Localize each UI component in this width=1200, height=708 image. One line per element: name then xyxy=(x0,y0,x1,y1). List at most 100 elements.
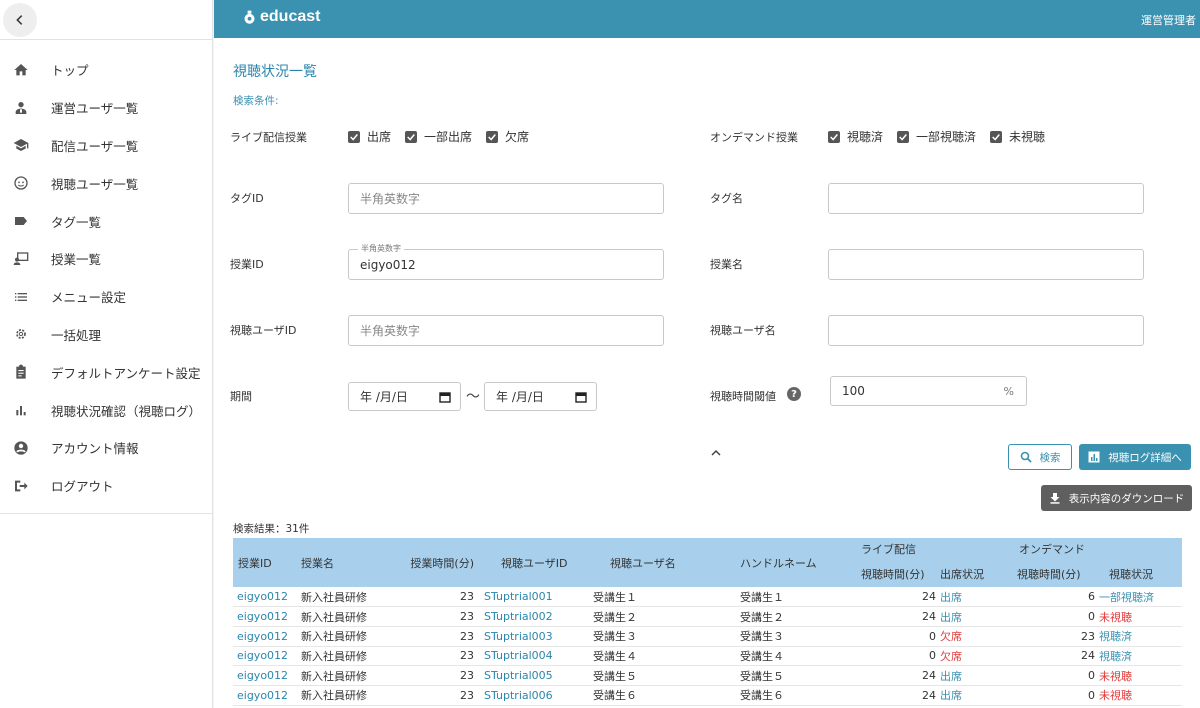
lecture-id-link[interactable]: eigyo012 xyxy=(233,587,296,608)
logout-icon xyxy=(15,480,28,491)
viewer-name-label: 視聴ユーザ名 xyxy=(710,324,776,337)
lecture-name-label: 授業名 xyxy=(710,258,743,271)
viewer-id-link[interactable]: STuptrial003 xyxy=(476,626,585,647)
sidebar-nav: トップ 運営ユーザ一覧 配信ユーザ一覧 視聴ユーザ一覧 タグ一覧 授業一覧 メニ… xyxy=(0,40,212,514)
view-log-detail-button[interactable]: 視聴ログ詳細へ xyxy=(1079,444,1191,470)
live-class-label: ライブ配信授業 xyxy=(230,131,307,144)
lecture-time-cell: 23 xyxy=(386,646,476,667)
col-ondemand-status[interactable]: 視聴状況 xyxy=(1099,560,1182,587)
col-lecture-time[interactable]: 授業時間(分) xyxy=(386,538,476,587)
live-checkbox-attended[interactable]: 出席 xyxy=(348,128,391,145)
collapse-sidebar-button[interactable] xyxy=(3,3,37,37)
lecture-id-link[interactable]: eigyo012 xyxy=(233,665,296,686)
lecture-id-input[interactable]: 半角英数字 eigyo012 xyxy=(348,243,664,280)
sidebar-item-logout[interactable]: ログアウト xyxy=(0,467,212,505)
logo-icon xyxy=(244,10,255,24)
col-live-time[interactable]: 視聴時間(分) xyxy=(851,560,940,587)
sidebar-item-broadcast-users[interactable]: 配信ユーザ一覧 xyxy=(0,127,212,165)
sidebar-item-viewer-users[interactable]: 視聴ユーザ一覧 xyxy=(0,164,212,202)
table-row: eigyo012 新入社員研修 23 STuptrial001 受講生１ 受講生… xyxy=(233,587,1182,608)
table-row: eigyo012 新入社員研修 23 STuptrial002 受講生２ 受講生… xyxy=(233,606,1182,627)
download-button[interactable]: 表示内容のダウンロード xyxy=(1041,485,1192,511)
handle-name-cell: 受講生３ xyxy=(740,626,851,647)
viewer-id-label: 視聴ユーザID xyxy=(230,324,297,337)
viewer-name-input[interactable] xyxy=(828,315,1144,346)
live-checkbox-absent[interactable]: 欠席 xyxy=(486,128,529,145)
ondemand-time-cell: 0 xyxy=(1009,685,1099,706)
ondemand-checkbox-partial[interactable]: 一部視聴済 xyxy=(897,128,976,145)
period-start-date-input[interactable]: 年 /月/日 xyxy=(348,382,461,411)
sidebar-item-admin-users[interactable]: 運営ユーザ一覧 xyxy=(0,89,212,127)
live-checkbox-partial[interactable]: 一部出席 xyxy=(405,128,472,145)
sidebar-item-survey-settings[interactable]: デフォルトアンケート設定 xyxy=(0,353,212,391)
checkbox-checked-icon[interactable] xyxy=(405,130,418,143)
checkbox-checked-icon[interactable] xyxy=(348,130,360,143)
sidebar-item-menu-settings[interactable]: メニュー設定 xyxy=(0,278,212,316)
viewer-id-link[interactable]: STuptrial002 xyxy=(476,606,585,627)
ondemand-checkbox-unviewed[interactable]: 未視聴 xyxy=(990,128,1045,145)
col-viewer-name[interactable]: 視聴ユーザ名 xyxy=(585,538,740,587)
threshold-label: 視聴時間閾値 xyxy=(710,390,776,403)
sidebar-item-lectures[interactable]: 授業一覧 xyxy=(0,240,212,278)
viewer-id-link[interactable]: STuptrial004 xyxy=(476,646,585,667)
live-status-cell: 出席 xyxy=(940,606,1009,627)
checkbox-checked-icon[interactable] xyxy=(990,130,1003,143)
col-handle-name[interactable]: ハンドルネーム xyxy=(740,538,851,587)
brand-logo[interactable]: educast xyxy=(242,8,320,26)
sidebar-item-label: 運営ユーザ一覧 xyxy=(51,101,139,117)
sidebar-item-tags[interactable]: タグ一覧 xyxy=(0,202,212,240)
help-icon[interactable]: ? xyxy=(787,387,801,401)
checkbox-checked-icon[interactable] xyxy=(486,130,499,143)
sidebar-item-label: 視聴状況確認（視聴ログ） xyxy=(51,403,202,419)
lecture-id-link[interactable]: eigyo012 xyxy=(233,685,296,706)
handle-name-cell: 受講生４ xyxy=(740,646,851,667)
graduation-cap-icon xyxy=(13,139,29,152)
viewer-id-link[interactable]: STuptrial005 xyxy=(476,665,585,686)
viewer-id-input[interactable]: 半角英数字 xyxy=(348,315,664,346)
sidebar-item-account[interactable]: アカウント情報 xyxy=(0,429,212,467)
viewer-id-link[interactable]: STuptrial001 xyxy=(476,587,585,608)
calendar-icon[interactable] xyxy=(575,391,587,403)
tag-name-input[interactable] xyxy=(828,183,1144,214)
lecture-id-link[interactable]: eigyo012 xyxy=(233,626,296,647)
viewer-name-cell: 受講生３ xyxy=(585,626,740,647)
search-button[interactable]: 検索 xyxy=(1008,444,1072,470)
col-lecture-name[interactable]: 授業名 xyxy=(296,538,386,587)
table-header: 授業ID 授業名 授業時間(分) 視聴ユーザID 視聴ユーザ名 ハンドルネーム … xyxy=(233,538,1182,587)
sidebar-item-viewing-log[interactable]: 視聴状況確認（視聴ログ） xyxy=(0,391,212,429)
live-time-cell: 24 xyxy=(851,665,940,686)
lecture-id-link[interactable]: eigyo012 xyxy=(233,646,296,667)
ondemand-status-cell: 未視聴 xyxy=(1099,665,1182,686)
sidebar-item-label: アカウント情報 xyxy=(51,441,139,457)
chevron-left-icon xyxy=(16,15,23,25)
sidebar-item-batch[interactable]: 一括処理 xyxy=(0,316,212,354)
viewer-name-cell: 受講生１ xyxy=(585,587,740,608)
lecture-name-input[interactable] xyxy=(828,249,1144,280)
ondemand-status-cell: 視聴済 xyxy=(1099,646,1182,667)
ondemand-status-cell: 視聴済 xyxy=(1099,626,1182,647)
ondemand-status-cell: 未視聴 xyxy=(1099,685,1182,706)
live-time-cell: 24 xyxy=(851,685,940,706)
live-status-cell: 欠席 xyxy=(940,646,1009,667)
checkbox-checked-icon[interactable] xyxy=(828,130,840,143)
lecture-id-label: 授業ID xyxy=(230,258,264,271)
threshold-input[interactable]: 100 % xyxy=(830,376,1027,406)
ondemand-time-cell: 24 xyxy=(1009,646,1099,667)
col-live-status[interactable]: 出席状況 xyxy=(940,560,1009,587)
ondemand-checkbox-viewed[interactable]: 視聴済 xyxy=(828,128,883,145)
sidebar-item-top[interactable]: トップ xyxy=(0,51,212,89)
col-viewer-id[interactable]: 視聴ユーザID xyxy=(476,538,585,587)
lecture-id-link[interactable]: eigyo012 xyxy=(233,606,296,627)
col-ondemand-time[interactable]: 視聴時間(分) xyxy=(1009,560,1099,587)
lecture-time-cell: 23 xyxy=(386,606,476,627)
collapse-conditions-button[interactable] xyxy=(710,444,722,463)
checkbox-checked-icon[interactable] xyxy=(897,130,910,143)
current-user-name[interactable]: 運営管理者 xyxy=(1141,12,1196,28)
tag-id-input[interactable]: 半角英数字 xyxy=(348,183,664,214)
ondemand-time-cell: 0 xyxy=(1009,606,1099,627)
period-end-date-input[interactable]: 年 /月/日 xyxy=(484,382,597,411)
col-lecture-id[interactable]: 授業ID xyxy=(233,538,296,587)
calendar-icon[interactable] xyxy=(439,391,451,403)
viewer-id-link[interactable]: STuptrial006 xyxy=(476,685,585,706)
lecture-time-cell: 23 xyxy=(386,685,476,706)
